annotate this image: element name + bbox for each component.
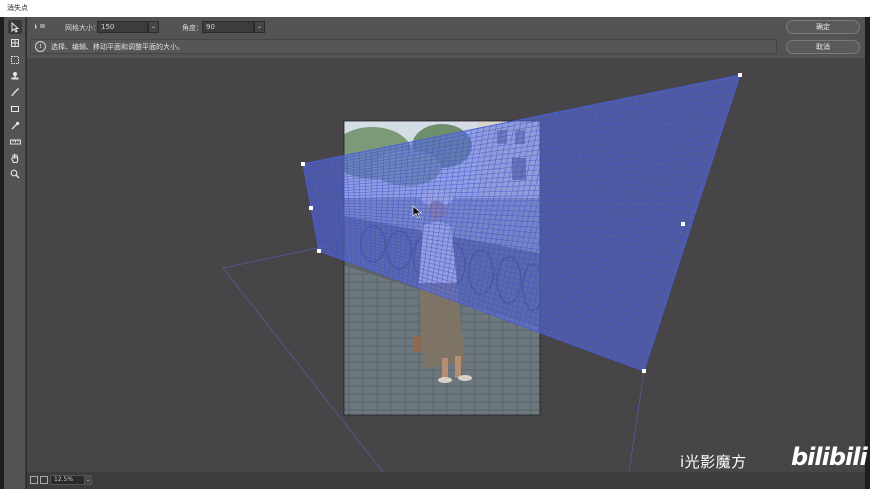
brush-tool-icon[interactable] xyxy=(8,85,22,99)
angle-label: 角度： xyxy=(182,24,203,32)
guide-line xyxy=(628,370,645,472)
info-bar: i 选择、编辑、移动平面和调整平面的大小。 xyxy=(30,39,777,54)
watermark-channel: i光影魔方 xyxy=(680,453,747,471)
stamp-tool-icon[interactable] xyxy=(8,69,22,83)
zoom-dropdown[interactable]: ⌄ xyxy=(84,475,92,485)
preview-canvas[interactable] xyxy=(27,58,865,472)
plane-corner-handle[interactable] xyxy=(317,249,321,253)
create-plane-tool-icon[interactable] xyxy=(8,36,22,50)
plane-corner-handle[interactable] xyxy=(301,162,305,166)
eyedropper-tool-icon[interactable] xyxy=(8,119,22,133)
plane-edge-handle[interactable] xyxy=(681,222,685,226)
guide-line xyxy=(222,245,328,269)
chevron-down-icon: ⌄ xyxy=(150,23,157,30)
ok-button[interactable]: 确定 xyxy=(786,20,860,34)
angle-dropdown[interactable]: ⌄ xyxy=(254,21,265,33)
measure-tool-icon[interactable] xyxy=(8,135,22,149)
zoom-in-icon[interactable] xyxy=(40,476,48,484)
options-bar: 网格大小： 150 ⌄ 角度： 90 ⌄ i 选择、编辑、移动平面和调整平面的大… xyxy=(27,17,865,58)
canvas-artwork xyxy=(222,73,742,472)
zoom-out-icon[interactable] xyxy=(30,476,38,484)
tool-options-icon xyxy=(34,22,46,32)
grid-size-label: 网格大小： xyxy=(65,24,100,32)
info-icon: i xyxy=(35,41,46,52)
chevron-down-icon: ⌄ xyxy=(85,477,91,483)
marquee-tool-icon[interactable] xyxy=(8,53,22,67)
info-text: 选择、编辑、移动平面和调整平面的大小。 xyxy=(51,43,184,51)
window-frame-right xyxy=(865,17,870,489)
cancel-button[interactable]: 取消 xyxy=(786,40,860,54)
window-title: 消失点 xyxy=(0,0,870,17)
edit-plane-tool-icon[interactable] xyxy=(8,20,22,34)
zoom-tool-icon[interactable] xyxy=(8,167,22,181)
watermark-bilibili-logo: bilibili xyxy=(791,443,868,471)
grid-size-dropdown[interactable]: ⌄ xyxy=(148,21,159,33)
plane-corner-handle[interactable] xyxy=(738,73,742,77)
plane-edge-handle[interactable] xyxy=(309,206,313,210)
status-bar: 12.5% ⌄ xyxy=(27,472,865,489)
transform-tool-icon[interactable] xyxy=(8,102,22,116)
hand-tool-icon[interactable] xyxy=(8,151,22,165)
angle-input[interactable]: 90 xyxy=(202,21,254,33)
plane-corner-handle[interactable] xyxy=(642,369,646,373)
chevron-down-icon: ⌄ xyxy=(256,23,263,30)
zoom-level-field[interactable]: 12.5% xyxy=(50,475,88,485)
grid-size-input[interactable]: 150 xyxy=(97,21,148,33)
tool-palette xyxy=(4,17,26,489)
